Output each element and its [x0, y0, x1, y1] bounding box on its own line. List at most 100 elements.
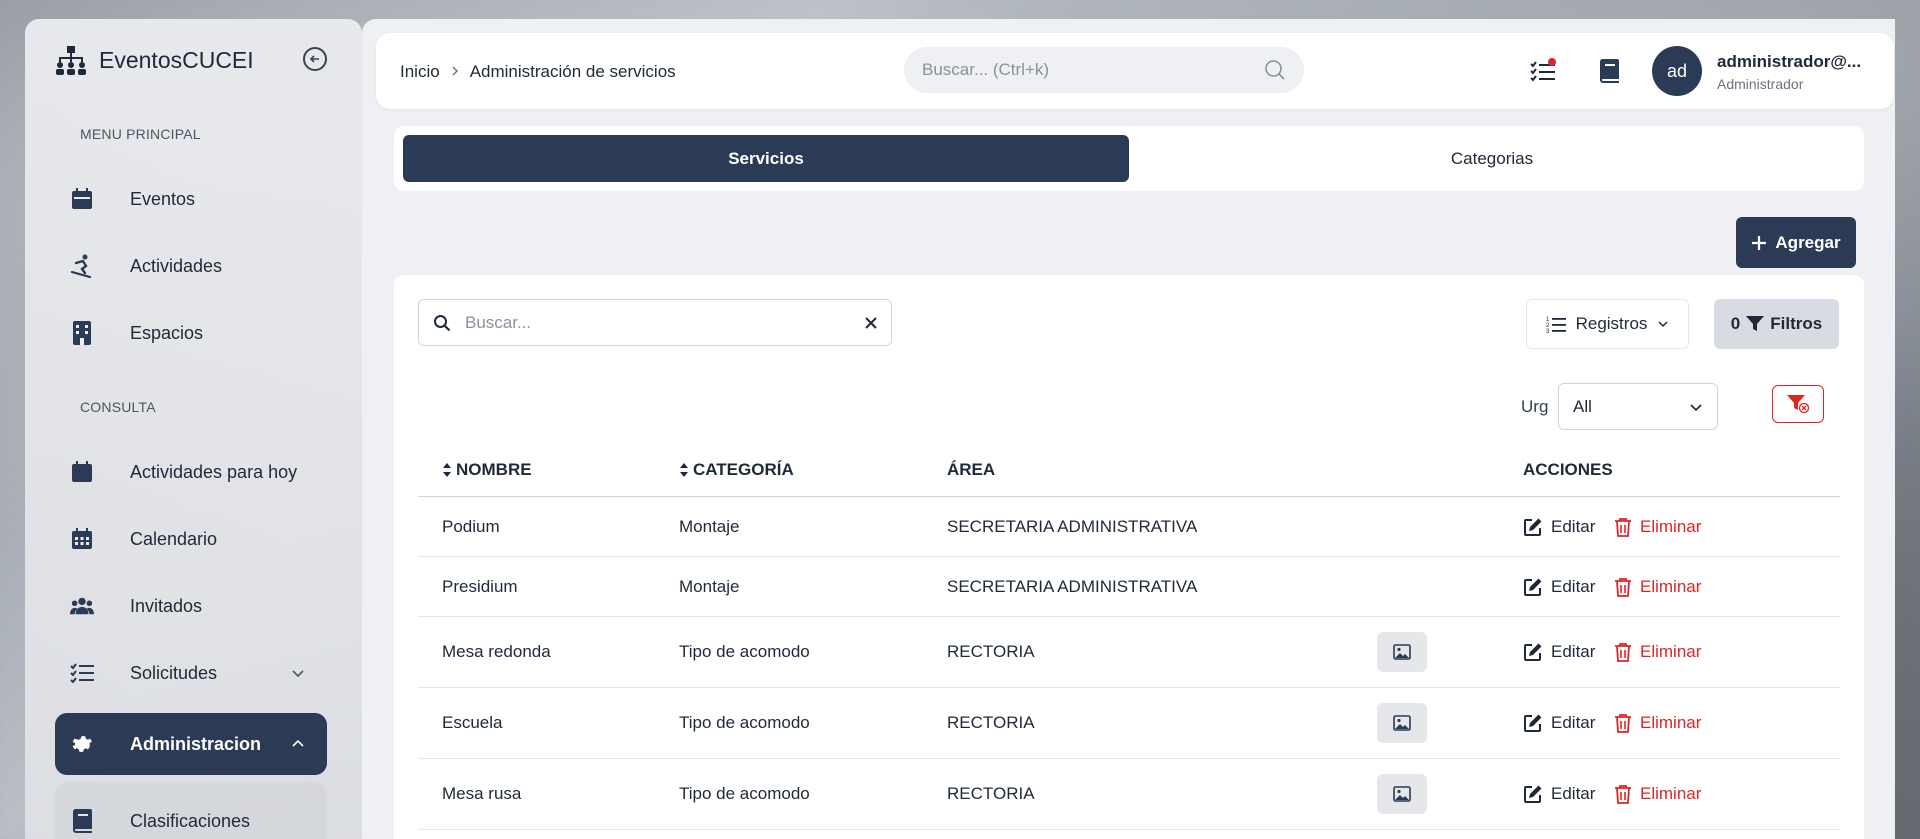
numbered-list-icon: 123 — [1546, 317, 1566, 333]
table-row: Escuela Tipo de acomodo RECTORIA Editar … — [418, 688, 1840, 759]
users-icon — [70, 594, 94, 618]
avatar[interactable]: ad — [1652, 46, 1702, 96]
column-header-nombre[interactable]: NOMBRE — [442, 460, 532, 480]
global-search — [904, 47, 1304, 93]
sidebar-item-label: Solicitudes — [130, 662, 218, 683]
collapse-sidebar-button[interactable] — [303, 47, 327, 71]
table-row: Podium Montaje SECRETARIA ADMINISTRATIVA… — [418, 497, 1840, 557]
edit-button[interactable]: Editar — [1523, 713, 1595, 733]
sidebar-item-eventos[interactable]: Eventos — [55, 170, 327, 228]
chevron-down-icon — [292, 670, 304, 678]
gear-icon — [70, 732, 94, 756]
image-icon — [1393, 715, 1411, 731]
chevron-down-icon — [1658, 321, 1668, 328]
filters-button[interactable]: 0 Filtros — [1714, 299, 1839, 349]
calendar-grid-icon — [70, 527, 94, 551]
sidebar-item-actividades-hoy[interactable]: Actividades para hoy — [55, 443, 327, 501]
table-header: NOMBRE CATEGORÍA ÁREA ACCIONES — [418, 445, 1840, 497]
trash-icon — [1615, 517, 1631, 537]
sidebar-item-invitados[interactable]: Invitados — [55, 577, 327, 635]
brand[interactable]: EventosCUCEI — [55, 44, 254, 76]
sidebar-item-administracion[interactable]: Administracion — [55, 713, 327, 775]
sidebar-item-label: Espacios — [130, 322, 204, 343]
delete-label: Eliminar — [1640, 516, 1702, 536]
sidebar-item-solicitudes[interactable]: Solicitudes — [55, 644, 327, 702]
edit-label: Editar — [1551, 642, 1596, 661]
column-header-label: ACCIONES — [1523, 460, 1613, 479]
building-icon — [70, 321, 94, 345]
chevron-up-icon — [292, 739, 304, 747]
delete-button[interactable]: Eliminar — [1614, 577, 1701, 597]
search-icon — [434, 314, 451, 331]
registros-dropdown[interactable]: 123 Registros — [1526, 299, 1689, 349]
delete-button[interactable]: Eliminar — [1614, 784, 1701, 804]
cell-nombre: Escuela — [442, 713, 503, 732]
tab-servicios[interactable]: Servicios — [403, 135, 1129, 182]
trash-icon — [1615, 714, 1631, 733]
topbar: Inicio Administración de servicios ad ad… — [376, 33, 1894, 109]
edit-button[interactable]: Editar — [1523, 517, 1595, 537]
section-title-main: MENU PRINCIPAL — [80, 126, 201, 142]
edit-button[interactable]: Editar — [1523, 784, 1595, 804]
view-image-button[interactable] — [1377, 632, 1427, 672]
table-row: Presidium Montaje SECRETARIA ADMINISTRAT… — [418, 557, 1840, 617]
plus-icon — [1752, 235, 1767, 250]
view-image-button[interactable] — [1377, 703, 1427, 743]
trash-icon — [1615, 643, 1631, 662]
delete-button[interactable]: Eliminar — [1614, 517, 1701, 537]
clear-filters-button[interactable] — [1772, 385, 1824, 423]
tab-categorias[interactable]: Categorias — [1129, 135, 1855, 182]
edit-icon — [1524, 518, 1542, 536]
table-row: Mesa rusa Tipo de acomodo RECTORIA Edita… — [418, 759, 1840, 830]
section-title-consulta: CONSULTA — [80, 399, 156, 415]
edit-button[interactable]: Editar — [1523, 642, 1595, 662]
chevron-down-icon — [1690, 403, 1702, 411]
search-icon[interactable] — [1264, 59, 1286, 81]
urg-select[interactable]: All — [1558, 383, 1718, 430]
cell-nombre: Podium — [442, 516, 500, 536]
calendar-icon — [70, 187, 94, 211]
filters-label: Filtros — [1770, 314, 1823, 333]
table-search — [418, 299, 892, 346]
sidebar-item-label: Clasificaciones — [130, 810, 251, 831]
tasks-notification-button[interactable] — [1526, 53, 1562, 89]
tab-bar: Servicios Categorias — [394, 126, 1864, 191]
breadcrumb-home-link[interactable]: Inicio — [400, 62, 440, 82]
add-button[interactable]: Agregar — [1736, 217, 1856, 268]
user-name[interactable]: administrador@... — [1717, 52, 1861, 72]
snowboard-icon — [70, 254, 94, 278]
sidebar-item-espacios[interactable]: Espacios — [55, 304, 327, 362]
edit-button[interactable]: Editar — [1523, 577, 1595, 597]
urg-label: Urg — [1521, 397, 1549, 416]
book-icon — [70, 809, 94, 833]
cell-nombre: Mesa rusa — [442, 784, 522, 803]
edit-label: Editar — [1551, 576, 1596, 596]
global-search-input[interactable] — [922, 60, 1264, 80]
cell-area: RECTORIA — [947, 642, 1035, 661]
breadcrumb-chevron-right-icon — [450, 64, 460, 80]
column-header-label: CATEGORÍA — [693, 460, 794, 479]
cell-area: RECTORIA — [947, 713, 1035, 732]
table-search-input[interactable] — [465, 312, 851, 333]
svg-text:3: 3 — [1546, 329, 1550, 333]
cell-categoria: Tipo de acomodo — [679, 784, 810, 803]
image-icon — [1393, 644, 1411, 660]
docs-button[interactable] — [1591, 53, 1627, 89]
filters-count: 0 — [1730, 314, 1741, 333]
clear-search-close-icon[interactable] — [865, 316, 877, 329]
image-icon — [1393, 786, 1411, 802]
org-chart-logo-icon — [56, 46, 86, 75]
delete-label: Eliminar — [1640, 642, 1702, 661]
sidebar-item-label: Administracion — [130, 733, 262, 754]
sidebar-item-calendario[interactable]: Calendario — [55, 510, 327, 568]
sidebar-item-label: Actividades para hoy — [130, 461, 298, 482]
edit-icon — [1524, 578, 1542, 596]
delete-button[interactable]: Eliminar — [1614, 713, 1701, 733]
sidebar-item-clasificaciones[interactable]: Clasificaciones — [55, 782, 327, 839]
edit-label: Editar — [1551, 516, 1596, 536]
breadcrumb: Inicio Administración de servicios — [400, 62, 676, 82]
view-image-button[interactable] — [1377, 774, 1427, 814]
sidebar-item-actividades[interactable]: Actividades — [55, 237, 327, 295]
column-header-categoria[interactable]: CATEGORÍA — [679, 460, 794, 480]
delete-button[interactable]: Eliminar — [1614, 642, 1701, 662]
